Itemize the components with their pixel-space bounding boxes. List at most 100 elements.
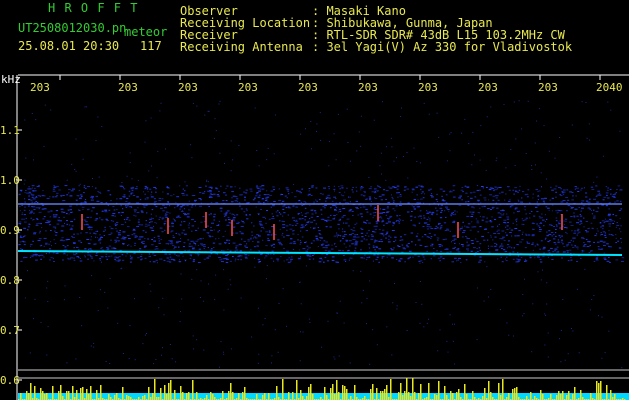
- noise-speck: [501, 261, 504, 263]
- noise-speck: [118, 256, 121, 258]
- noise-speck: [245, 189, 248, 191]
- noise-speck: [449, 191, 453, 193]
- noise-speck: [130, 258, 133, 260]
- noise-speck: [210, 186, 212, 188]
- noise-speck: [516, 224, 518, 226]
- noise-speck: [328, 165, 330, 167]
- noise-speck: [465, 236, 467, 237]
- noise-speck: [150, 165, 152, 167]
- noise-speck: [605, 205, 608, 207]
- activity-bar: [174, 390, 176, 400]
- noise-speck: [370, 238, 374, 240]
- noise-speck: [281, 234, 283, 236]
- noise-speck: [390, 248, 392, 250]
- noise-speck: [181, 209, 183, 211]
- noise-speck: [525, 153, 527, 154]
- noise-speck: [572, 247, 575, 248]
- noise-speck: [240, 259, 243, 261]
- noise-speck: [538, 108, 540, 110]
- noise-speck: [497, 233, 501, 235]
- noise-speck: [179, 259, 180, 261]
- noise-speck: [181, 193, 185, 194]
- noise-speck: [52, 196, 55, 198]
- noise-speck: [284, 195, 287, 197]
- noise-speck: [532, 197, 534, 199]
- noise-speck: [543, 225, 545, 227]
- noise-speck: [566, 201, 568, 203]
- noise-speck: [333, 215, 336, 217]
- activity-bar: [46, 393, 48, 400]
- noise-speck: [439, 228, 442, 230]
- noise-speck: [165, 148, 166, 150]
- noise-speck: [153, 237, 156, 239]
- noise-speck: [352, 238, 356, 240]
- noise-speck: [182, 229, 185, 231]
- noise-speck: [241, 220, 243, 222]
- noise-speck: [52, 226, 56, 228]
- noise-speck: [286, 235, 290, 237]
- noise-speck: [235, 245, 239, 247]
- noise-speck: [215, 274, 217, 276]
- noise-speck: [283, 247, 285, 249]
- noise-speck: [600, 226, 602, 228]
- noise-speck: [378, 195, 382, 197]
- noise-speck: [489, 220, 492, 221]
- noise-speck: [557, 239, 559, 241]
- noise-speck: [36, 185, 40, 187]
- noise-speck: [66, 245, 69, 247]
- noise-speck: [304, 216, 307, 217]
- noise-speck: [379, 165, 381, 167]
- noise-speck: [293, 241, 296, 243]
- noise-speck: [488, 199, 490, 201]
- activity-bar: [566, 395, 568, 400]
- noise-speck: [111, 215, 114, 217]
- noise-speck: [467, 250, 469, 252]
- activity-bar: [326, 395, 328, 400]
- noise-speck: [330, 214, 332, 216]
- noise-speck: [201, 244, 204, 246]
- noise-speck: [120, 185, 124, 187]
- noise-speck: [84, 256, 86, 258]
- noise-speck: [330, 248, 334, 250]
- noise-speck: [539, 229, 542, 231]
- noise-speck: [546, 218, 548, 220]
- noise-speck: [566, 210, 568, 212]
- noise-speck: [379, 216, 382, 218]
- noise-speck: [122, 186, 124, 188]
- noise-speck: [220, 210, 223, 212]
- noise-speck: [155, 248, 159, 250]
- noise-speck: [402, 247, 406, 249]
- noise-speck: [609, 188, 612, 190]
- noise-speck: [203, 244, 206, 246]
- noise-speck: [85, 199, 87, 200]
- noise-speck: [462, 221, 464, 223]
- activity-bar: [438, 381, 440, 400]
- noise-speck: [239, 205, 241, 207]
- noise-speck: [132, 195, 136, 196]
- noise-speck: [32, 240, 34, 242]
- noise-speck: [355, 186, 357, 188]
- noise-speck: [99, 289, 101, 291]
- noise-speck: [434, 228, 437, 230]
- noise-speck: [487, 208, 490, 210]
- noise-speck: [543, 246, 546, 248]
- noise-speck: [283, 212, 286, 214]
- noise-speck: [536, 201, 538, 203]
- noise-speck: [91, 197, 94, 199]
- noise-speck: [613, 196, 616, 198]
- noise-speck: [324, 257, 327, 259]
- noise-speck: [476, 222, 480, 224]
- noise-speck: [574, 186, 577, 188]
- noise-speck: [583, 217, 585, 219]
- noise-speck: [312, 240, 315, 242]
- noise-speck: [342, 208, 346, 209]
- noise-speck: [241, 255, 243, 257]
- noise-speck: [302, 331, 304, 333]
- noise-speck: [544, 221, 546, 223]
- noise-speck: [120, 238, 123, 240]
- noise-speck: [435, 199, 438, 201]
- noise-speck: [144, 141, 146, 143]
- noise-speck: [497, 212, 500, 214]
- noise-speck: [573, 232, 577, 234]
- noise-speck: [152, 218, 154, 220]
